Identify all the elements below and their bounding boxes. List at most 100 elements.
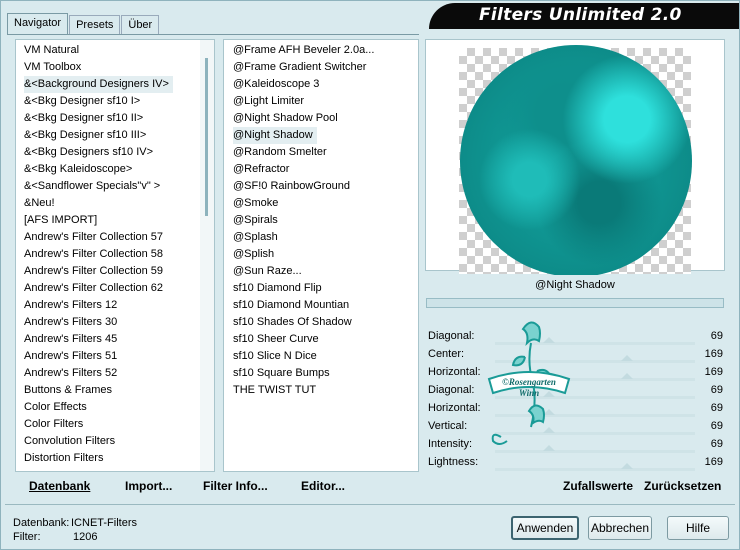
filter-info-button[interactable]: Filter Info...	[203, 479, 268, 493]
category-item[interactable]: &<Bkg Designer sf10 II>	[16, 110, 214, 127]
parameter-name: Lightness:	[428, 456, 479, 468]
filter-item[interactable]: @Spirals	[224, 212, 418, 229]
category-item[interactable]: [AFS IMPORT]	[16, 212, 214, 229]
left-action-bar: Datenbank Import... Filter Info... Edito…	[11, 475, 419, 499]
datenbank-button-label: Datenbank	[29, 479, 91, 493]
apply-button[interactable]: Anwenden	[511, 516, 579, 540]
category-item[interactable]: VM Natural	[16, 42, 214, 59]
parameter-slider-thumb[interactable]	[543, 427, 555, 433]
parameter-name: Horizontal:	[428, 366, 481, 378]
category-list-items: VM Natural VM Toolbox &<Background Designe…	[16, 40, 214, 467]
parameter-value: 169	[704, 348, 723, 360]
parameter-name: Center:	[428, 348, 465, 360]
random-values-button[interactable]: Zufallswerte	[563, 479, 633, 493]
preview-panel	[425, 39, 725, 277]
filter-item[interactable]: sf10 Shades Of Shadow	[224, 314, 418, 331]
category-scrollbar[interactable]	[200, 40, 214, 471]
filter-list[interactable]: @Frame AFH Beveler 2.0a... @Frame Gradien…	[223, 39, 419, 472]
filter-item[interactable]: @Sun Raze...	[224, 263, 418, 280]
category-item[interactable]: &<Background Designers IV>	[16, 76, 214, 93]
filter-item[interactable]: sf10 Sheer Curve	[224, 331, 418, 348]
category-item[interactable]: Buttons & Frames	[16, 382, 214, 399]
tab-navigator[interactable]: Navigator	[7, 13, 69, 35]
editor-button[interactable]: Editor...	[301, 479, 345, 493]
filter-item[interactable]: @Splish	[224, 246, 418, 263]
parameter-slider-thumb[interactable]	[621, 355, 633, 361]
database-label: Datenbank:	[13, 517, 70, 529]
category-item[interactable]: Convolution Filters	[16, 433, 214, 450]
import-button[interactable]: Import...	[125, 479, 172, 493]
parameter-name: Diagonal:	[428, 330, 475, 342]
reset-button[interactable]: Zurücksetzen	[644, 479, 721, 493]
cancel-button[interactable]: Abbrechen	[588, 516, 652, 540]
category-item[interactable]: Andrew's Filters 45	[16, 331, 214, 348]
parameter-sliders: Diagonal: 69 Center: 169 Horizontal: 169 Diago…	[425, 327, 725, 471]
parameter-slider-thumb[interactable]	[543, 391, 555, 397]
tab-presets[interactable]: Presets	[69, 15, 121, 35]
parameter-slider-thumb[interactable]	[621, 463, 633, 469]
parameter-value: 69	[710, 420, 723, 432]
category-item[interactable]: &<Sandflower Specials"v" >	[16, 178, 214, 195]
category-item[interactable]: Andrew's Filter Collection 57	[16, 229, 214, 246]
filter-item[interactable]: @Smoke	[224, 195, 418, 212]
filter-item-selected-label: @Night Shadow	[233, 127, 317, 144]
parameter-name: Intensity:	[428, 438, 473, 450]
filter-item[interactable]: @Light Limiter	[224, 93, 418, 110]
filter-item[interactable]: sf10 Square Bumps	[224, 365, 418, 382]
filter-item[interactable]: sf10 Diamond Mountian	[224, 297, 418, 314]
status-info: Datenbank: ICNET-Filters Filter: 1206	[13, 516, 137, 544]
category-item[interactable]: Color Filters	[16, 416, 214, 433]
category-list[interactable]: VM Natural VM Toolbox &<Background Designe…	[15, 39, 215, 472]
category-item[interactable]: &<Bkg Designer sf10 I>	[16, 93, 214, 110]
parameter-slider-thumb[interactable]	[621, 373, 633, 379]
help-button[interactable]: Hilfe	[667, 516, 729, 540]
category-item[interactable]: &<Bkg Designers sf10 IV>	[16, 144, 214, 161]
filter-item[interactable]: sf10 Slice N Dice	[224, 348, 418, 365]
category-item[interactable]: Distortion Filters	[16, 450, 214, 467]
category-item[interactable]: Andrew's Filters 12	[16, 297, 214, 314]
category-scroll-thumb[interactable]	[205, 58, 208, 216]
filter-item[interactable]: @Frame AFH Beveler 2.0a...	[224, 42, 418, 59]
preview-filter-name: @Night Shadow	[425, 275, 725, 295]
parameter-value: 69	[710, 402, 723, 414]
filter-item[interactable]: @Splash	[224, 229, 418, 246]
category-item[interactable]: Andrew's Filter Collection 58	[16, 246, 214, 263]
parameter-slider-thumb[interactable]	[543, 445, 555, 451]
parameter-value: 169	[704, 366, 723, 378]
category-item[interactable]: &Neu!	[16, 195, 214, 212]
right-action-bar: Zufallswerte Zurücksetzen	[425, 475, 725, 499]
category-item[interactable]: Andrew's Filter Collection 59	[16, 263, 214, 280]
category-item[interactable]: &<Bkg Designer sf10 III>	[16, 127, 214, 144]
parameter-row: Center: 169	[425, 345, 725, 363]
parameter-row: Horizontal: 69	[425, 399, 725, 417]
parameter-name: Horizontal:	[428, 402, 481, 414]
parameter-row: Horizontal: 169	[425, 363, 725, 381]
filter-item[interactable]: sf10 Diamond Flip	[224, 280, 418, 297]
category-item[interactable]: &<Bkg Kaleidoscope>	[16, 161, 214, 178]
parameter-slider-thumb[interactable]	[543, 337, 555, 343]
category-item[interactable]: Color Effects	[16, 399, 214, 416]
category-item[interactable]: Andrew's Filters 30	[16, 314, 214, 331]
category-item[interactable]: VM Toolbox	[16, 59, 214, 76]
parameter-row: Diagonal: 69	[425, 327, 725, 345]
filter-item[interactable]: @Refractor	[224, 161, 418, 178]
tab-bar: Navigator Presets Über	[7, 13, 160, 35]
parameter-row: Vertical: 69	[425, 417, 725, 435]
filter-item[interactable]: @Frame Gradient Switcher	[224, 59, 418, 76]
filter-item[interactable]: @Kaleidoscope 3	[224, 76, 418, 93]
filter-item[interactable]: THE TWIST TUT	[224, 382, 418, 399]
category-item[interactable]: Andrew's Filters 51	[16, 348, 214, 365]
filter-item[interactable]: @Random Smelter	[224, 144, 418, 161]
category-item[interactable]: Andrew's Filter Collection 62	[16, 280, 214, 297]
filter-item[interactable]: @Night Shadow	[224, 127, 418, 144]
tab-about[interactable]: Über	[121, 15, 160, 35]
datenbank-button[interactable]: Datenbank	[29, 479, 90, 493]
filter-item[interactable]: @Night Shadow Pool	[224, 110, 418, 127]
parameter-slider-thumb[interactable]	[543, 409, 555, 415]
parameter-value: 69	[710, 438, 723, 450]
parameter-slider-track[interactable]	[495, 468, 695, 471]
category-item[interactable]: Andrew's Filters 52	[16, 365, 214, 382]
parameter-value: 169	[704, 456, 723, 468]
filter-item[interactable]: @SF!0 RainbowGround	[224, 178, 418, 195]
parameter-row: Diagonal: 69	[425, 381, 725, 399]
